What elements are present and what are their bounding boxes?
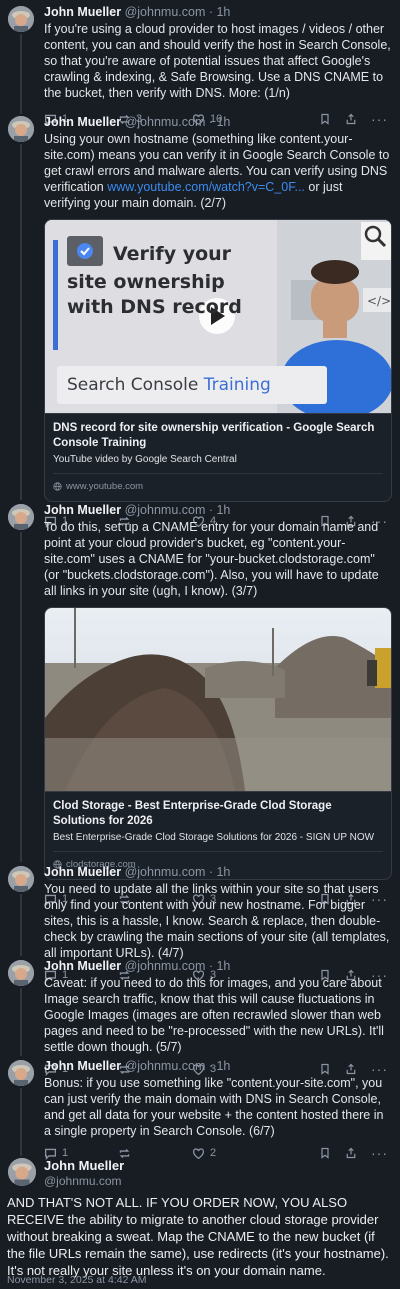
post-timestamp[interactable]: November 3, 2025 at 4:42 AM — [7, 1274, 147, 1286]
post-time[interactable]: 1h — [216, 503, 230, 517]
separator: · — [205, 5, 217, 19]
video-thumbnail[interactable]: </> Verify your site ownership with DNS … — [45, 220, 391, 413]
thumbnail-title-line: site ownership — [67, 271, 225, 293]
youtube-link[interactable]: www.youtube.com/watch?v=C_0F... — [107, 180, 305, 194]
post-time[interactable]: 1h — [216, 959, 230, 973]
like-button[interactable]: 2 — [192, 1145, 266, 1162]
post-text: Using your own hostname (something like … — [44, 131, 392, 211]
thumbnail-title: Verify your — [113, 242, 231, 267]
post-meta: John Mueller @johnmu.com · 1h — [44, 502, 392, 519]
post-time[interactable]: 1h — [216, 115, 230, 129]
author-handle[interactable]: @johnmu.com — [44, 1174, 124, 1188]
separator: · — [205, 959, 217, 973]
post-text: You need to update all the links within … — [44, 882, 390, 960]
avatar[interactable] — [8, 504, 34, 530]
author-name[interactable]: John Mueller — [44, 5, 121, 19]
avatar[interactable] — [8, 6, 34, 32]
author-name[interactable]: John Mueller — [44, 115, 121, 129]
post-meta: John Mueller @johnmu.com · 1h — [44, 864, 392, 881]
post-meta: John Mueller @johnmu.com · 1h — [44, 958, 392, 975]
thread-post[interactable]: John Mueller @johnmu.com · 1h To do this… — [0, 502, 400, 908]
post-text: Bonus: if you use something like "conten… — [44, 1076, 384, 1138]
post-text: If you're using a cloud provider to host… — [44, 22, 391, 100]
thread-post[interactable]: John Mueller @johnmu.com · 1h If you're … — [0, 4, 400, 128]
thumbnail-title-line: with DNS record — [67, 296, 242, 318]
avatar[interactable] — [8, 960, 34, 986]
avatar[interactable] — [8, 1060, 34, 1086]
author-handle[interactable]: @johnmu.com — [125, 1059, 206, 1073]
thumbnail-banner-text: Search Console — [67, 375, 204, 395]
author-handle[interactable]: @johnmu.com — [125, 865, 206, 879]
dirt-piles-photo — [45, 608, 391, 791]
post-meta: John Mueller @johnmu.com · 1h — [44, 114, 392, 131]
more-icon[interactable]: ··· — [371, 1146, 388, 1160]
globe-icon — [53, 482, 62, 491]
post-text: To do this, set up a CNAME entry for you… — [44, 520, 379, 598]
thread-post[interactable]: John Mueller @johnmu.com · 1h Bonus: if … — [0, 1058, 400, 1162]
link-card[interactable]: Clod Storage - Best Enterprise-Grade Clo… — [44, 607, 392, 880]
avatar[interactable] — [8, 116, 34, 142]
avatar[interactable] — [8, 866, 34, 892]
post-time[interactable]: 1h — [216, 1059, 230, 1073]
card-description: YouTube video by Google Search Central — [53, 454, 237, 465]
main-post-text: AND THAT'S NOT ALL. IF YOU ORDER NOW, YO… — [7, 1195, 389, 1278]
link-card-image[interactable] — [45, 608, 391, 791]
post-time[interactable]: 1h — [216, 5, 230, 19]
author-handle[interactable]: @johnmu.com — [125, 959, 206, 973]
author-handle[interactable]: @johnmu.com — [125, 115, 206, 129]
author-name[interactable]: John Mueller — [44, 1158, 124, 1173]
link-card[interactable]: </> Verify your site ownership with DNS … — [44, 219, 392, 502]
post-meta: John Mueller @johnmu.com · 1h — [44, 4, 392, 21]
thread-post[interactable]: John Mueller @johnmu.com · 1h Using your… — [0, 114, 400, 530]
author-name[interactable]: John Mueller — [44, 1059, 121, 1073]
thumbnail-banner: Search Console Training — [67, 374, 271, 396]
bookmark-icon[interactable] — [319, 1147, 331, 1159]
thumbnail-title-line: Verify your — [113, 243, 232, 265]
author-name[interactable]: John Mueller — [44, 959, 121, 973]
card-description: Best Enterprise-Grade Clod Storage Solut… — [53, 832, 375, 843]
separator: · — [205, 1059, 217, 1073]
card-title: DNS record for site ownership verificati… — [53, 422, 375, 449]
separator: · — [205, 865, 217, 879]
card-body: DNS record for site ownership verificati… — [45, 413, 391, 501]
separator: · — [205, 115, 217, 129]
share-icon[interactable] — [345, 1147, 357, 1159]
like-icon — [192, 1147, 205, 1159]
thumbnail-title: site ownership with DNS record — [67, 270, 242, 320]
like-count: 2 — [210, 1146, 217, 1159]
card-title: Clod Storage - Best Enterprise-Grade Clo… — [53, 800, 332, 827]
post-meta: John Mueller @johnmu.com · 1h — [44, 1058, 392, 1075]
author-handle[interactable]: @johnmu.com — [125, 5, 206, 19]
post-time[interactable]: 1h — [216, 865, 230, 879]
card-domain: www.youtube.com — [53, 473, 383, 495]
thumbnail-banner-accent: Training — [203, 375, 271, 395]
author-handle[interactable]: @johnmu.com — [125, 503, 206, 517]
svg-text:</>: </> — [367, 294, 391, 308]
repost-button[interactable] — [118, 1147, 192, 1160]
avatar[interactable] — [8, 1158, 36, 1186]
card-domain-text: www.youtube.com — [66, 481, 144, 492]
separator: · — [205, 503, 217, 517]
post-text: Caveat: if you need to do this for image… — [44, 976, 384, 1054]
author-name[interactable]: John Mueller — [44, 503, 121, 517]
author-name[interactable]: John Mueller — [44, 865, 121, 879]
